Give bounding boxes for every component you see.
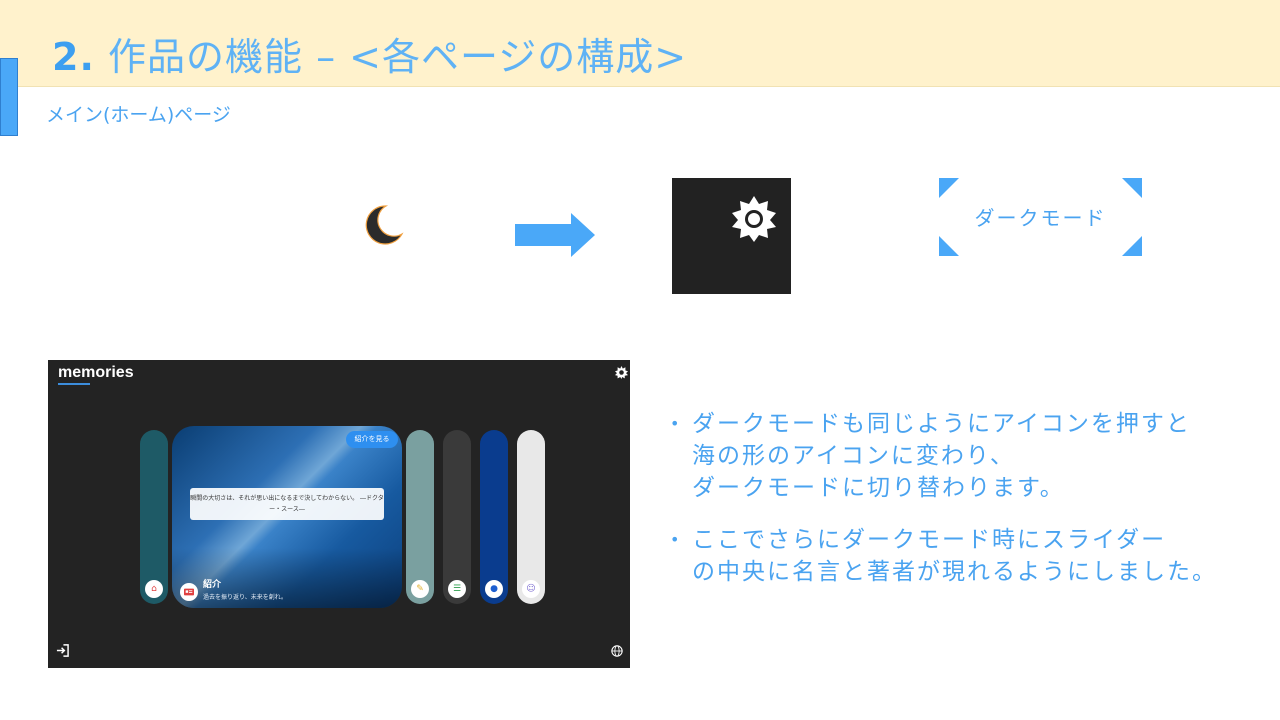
quote-box: 瞬間の大切さは、それが思い出になるまで決してわからない。 ―ドクター・スース― <box>190 488 384 520</box>
intro-description: 過去を振り返り、未来を創れ。 <box>203 594 287 601</box>
profile-card-icon <box>180 583 198 601</box>
dark-mode-callout: ダークモード <box>939 178 1142 256</box>
login-icon[interactable] <box>56 644 69 657</box>
chat-icon: ● <box>485 580 503 598</box>
gear-icon[interactable] <box>615 366 628 379</box>
globe-icon[interactable] <box>611 645 623 657</box>
moon-icon <box>365 205 404 245</box>
slider-panel-home[interactable]: ⌂ <box>140 430 168 604</box>
bullet-dot: • <box>670 530 682 549</box>
bullet-list: • ダークモードも同じようにアイコンを押すと 海の形のアイコンに変わり、 ダーク… <box>670 408 1270 608</box>
view-intro-button[interactable]: 紹介を見る <box>346 431 398 448</box>
pencil-icon: ✎ <box>411 580 429 598</box>
bullet-line: 海の形のアイコンに変わり、 <box>692 443 1015 469</box>
logo-underline <box>58 383 90 385</box>
slider-panel-intro[interactable]: 紹介を見る 瞬間の大切さは、それが思い出になるまで決してわからない。 ―ドクター… <box>172 426 402 608</box>
app-screenshot: memories ⌂ ✎ ☰ ● ☺ 紹介を見る 瞬間の大切さは、それが思い出に… <box>48 360 630 668</box>
title-text: 作品の機能 – <各ページの構成> <box>107 35 688 79</box>
title-number: 2. <box>52 35 95 79</box>
bullet-dot: • <box>670 414 682 433</box>
corner-top-left <box>939 178 959 198</box>
corner-top-right <box>1122 178 1142 198</box>
list-icon: ☰ <box>448 580 466 598</box>
home-icon: ⌂ <box>145 580 163 598</box>
bullet-line: ここでさらにダークモード時にスライダー <box>692 527 1167 553</box>
corner-bottom-right <box>1122 236 1142 256</box>
bullet-item: • ここでさらにダークモード時にスライダー の中央に名言と著者が現れるようにしま… <box>670 524 1270 588</box>
bullet-line: ダークモードに切り替わります。 <box>692 475 1065 501</box>
sun-gear-icon <box>732 196 776 242</box>
slider-panel-chat[interactable]: ● <box>480 430 508 604</box>
user-icon: ☺ <box>522 580 540 598</box>
intro-title: 紹介 <box>203 580 222 590</box>
accent-bar <box>0 58 18 136</box>
slider-panel-list[interactable]: ☰ <box>443 430 471 604</box>
right-arrow-icon <box>515 213 595 257</box>
slide-title: 2. 作品の機能 – <各ページの構成> <box>52 26 687 81</box>
bullet-item: • ダークモードも同じようにアイコンを押すと 海の形のアイコンに変わり、 ダーク… <box>670 408 1270 504</box>
bullet-line: の中央に名言と著者が現れるようにしました。 <box>692 559 1217 585</box>
section-subtitle: メイン(ホーム)ページ <box>46 104 231 126</box>
bullet-line: ダークモードも同じようにアイコンを押すと <box>692 411 1191 437</box>
slider-panel-user[interactable]: ☺ <box>517 430 545 604</box>
corner-bottom-left <box>939 236 959 256</box>
callout-label: ダークモード <box>974 206 1107 230</box>
slider-panel-edit[interactable]: ✎ <box>406 430 434 604</box>
dark-mode-button-preview <box>672 178 791 294</box>
app-logo[interactable]: memories <box>58 364 134 382</box>
